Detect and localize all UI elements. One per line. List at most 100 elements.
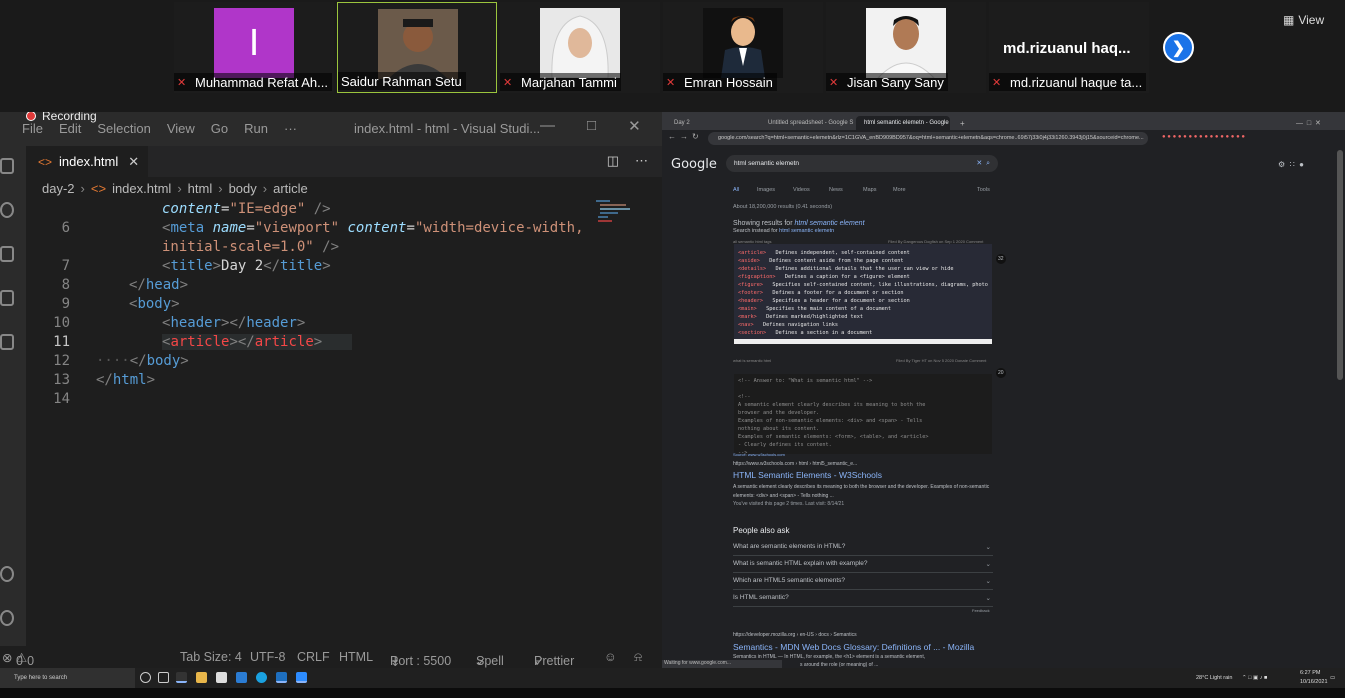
account-icon[interactable] [0,566,14,582]
tab-all[interactable]: All [733,187,739,193]
vscode-taskbar-icon[interactable] [276,672,287,683]
browser-tab[interactable]: Day 2 [666,116,756,130]
scrollbar[interactable] [1337,150,1343,380]
taskbar-search[interactable]: Type here to search [0,668,135,688]
edge-icon[interactable] [256,672,267,683]
status-bar: ⊗ 0 ⚠ 0 Tab Size: 4 UTF-8 CRLF HTML ↡ Po… [0,646,662,668]
zoom-taskbar-icon[interactable] [296,672,307,683]
breadcrumb-file[interactable]: index.html [112,181,171,196]
language-status[interactable]: HTML [339,650,373,664]
search-icon[interactable]: ✕ ⌕ [976,155,990,172]
breadcrumb-body[interactable]: body [229,181,257,196]
menu-edit[interactable]: Edit [59,121,81,136]
browser-tab[interactable]: Untitled spreadsheet - Google S [760,116,854,130]
extensions-icon[interactable] [0,334,14,350]
source-control-icon[interactable] [0,246,14,262]
menu-view[interactable]: View [167,121,195,136]
extension-icons[interactable]: ● ● ● ● ● ● ● ● ● ● ● ● ● ● ● ● [1162,134,1245,140]
breadcrumb-article[interactable]: article [273,181,308,196]
browser-tab-active[interactable]: html semantic elemetn - Google [856,116,950,130]
view-button[interactable]: ▦ View [1283,11,1335,29]
back-icon[interactable]: ← [668,132,676,141]
result-title-link[interactable]: Semantics - MDN Web Docs Glossary: Defin… [733,642,974,652]
tab-label: index.html [59,154,119,169]
forward-icon[interactable]: → [680,132,688,141]
tab-news[interactable]: News [829,187,843,193]
run-debug-icon[interactable] [0,290,14,306]
participant-tile[interactable]: ✕ Marjahan Tammi [500,2,660,93]
tab-more[interactable]: More [893,187,906,193]
breadcrumb-folder[interactable]: day-2 [42,181,75,196]
notification-icon[interactable]: ▭ [1330,668,1335,688]
result-title-link[interactable]: HTML Semantic Elements - W3Schools [733,470,882,480]
store-icon[interactable] [216,672,227,683]
menu-go[interactable]: Go [211,121,228,136]
tray-icons[interactable]: ⌃ □ ▣ ♪ ■ [1242,675,1267,681]
split-editor-icon[interactable]: ◫ [607,153,619,169]
mail-icon[interactable] [236,672,247,683]
settings-gear-icon[interactable]: ⚙ ∷ ● [1278,160,1304,169]
search-input[interactable]: html semantic elemetn ✕ ⌕ [726,155,998,172]
search-instead: Search instead for html semantic elemetn [733,228,835,234]
participant-tile[interactable]: I ✕ Muhammad Refat Ah... [174,2,334,93]
explorer-icon[interactable] [0,158,14,174]
gear-icon[interactable] [0,610,14,626]
participant-name: Muhammad Refat Ah... [195,74,328,90]
tab-maps[interactable]: Maps [863,187,876,193]
eol-status[interactable]: CRLF [297,650,330,664]
more-actions-icon[interactable]: ⋯ [635,153,648,169]
tab-tools[interactable]: Tools [977,187,990,193]
question-item[interactable]: What are semantic elements in HTML? ⌄ [733,539,993,556]
source-label[interactable]: Source: www.w3schools.com [733,452,785,457]
question-item[interactable]: Which are HTML5 semantic elements? ⌄ [733,573,993,590]
maximize-icon[interactable]: □ [587,117,596,135]
chrome-taskbar-icon[interactable] [176,672,187,683]
mic-muted-icon: ✕ [666,76,676,89]
cortana-icon[interactable] [140,672,151,683]
corrected-query-link[interactable]: html semantic element [794,220,864,227]
participant-tile[interactable]: ✕ Emran Hossain [663,2,823,93]
question-item[interactable]: Is HTML semantic? ⌄ [733,590,993,607]
original-query-link[interactable]: html semantic elemetn [779,228,834,234]
search-icon[interactable] [0,202,14,218]
minimize-icon[interactable]: — [540,117,555,135]
feedback-icon[interactable]: ☺ [604,650,617,664]
participant-tile[interactable]: Saidur Rahman Setu [337,2,497,93]
new-tab-button[interactable]: + [952,116,965,130]
result-cite: https://developer.mozilla.org › en-US › … [733,632,857,638]
participant-name: Marjahan Tammi [521,74,617,90]
question-item[interactable]: What is semantic HTML explain with examp… [733,556,993,573]
participant-tile[interactable]: ✕ Jisan Sany Sany [826,2,986,93]
problems-status[interactable]: ⊗ 0 ⚠ 0 [2,650,34,668]
url-input[interactable]: google.com/search?q=html+semantic+elemet… [708,132,1148,145]
participant-tile[interactable]: md.rizuanul haq... ✕ md.rizuanul haque ta… [989,2,1149,93]
weather-status[interactable]: 28°C Light rain [1196,675,1232,681]
tab-size-status[interactable]: Tab Size: 4 [180,650,242,664]
snippet-vote-count[interactable]: 32 [996,254,1006,264]
menu-file[interactable]: File [22,121,43,136]
reload-icon[interactable]: ↻ [692,132,699,141]
encoding-status[interactable]: UTF-8 [250,650,285,664]
menu-selection[interactable]: Selection [97,121,150,136]
close-tab-icon[interactable]: ✕ [128,154,139,170]
recording-label: Recording [42,112,97,123]
snippet2-vote-count[interactable]: 20 [996,368,1006,378]
tab-images[interactable]: Images [757,187,775,193]
code-editor[interactable]: 6 7 8 9 10 11 12 13 14 content="IE=edge"… [26,197,662,647]
next-participants-button[interactable]: ❯ [1163,32,1194,63]
google-logo[interactable]: Google [671,157,717,172]
breadcrumb-html[interactable]: html [188,181,213,196]
menu-run[interactable]: Run [244,121,268,136]
bell-icon[interactable]: ⍾ [634,650,642,665]
tab-videos[interactable]: Videos [793,187,810,193]
system-tray: 28°C Light rain ⌃ □ ▣ ♪ ■ 6:27 PM 10/16/… [1196,668,1335,688]
recording-indicator: Recording [26,112,97,123]
feedback-link[interactable]: Feedback [972,608,990,613]
browser-tabs: Day 2 Untitled spreadsheet - Google S ht… [662,112,1345,130]
participants-strip: I ✕ Muhammad Refat Ah... Saidur Rahman Se… [0,0,1345,112]
task-view-icon[interactable] [158,672,169,683]
menu-more[interactable]: ··· [284,121,297,136]
close-icon[interactable]: ✕ [628,117,641,135]
file-explorer-icon[interactable] [196,672,207,683]
tab-index-html[interactable]: <> index.html ✕ [26,146,148,177]
